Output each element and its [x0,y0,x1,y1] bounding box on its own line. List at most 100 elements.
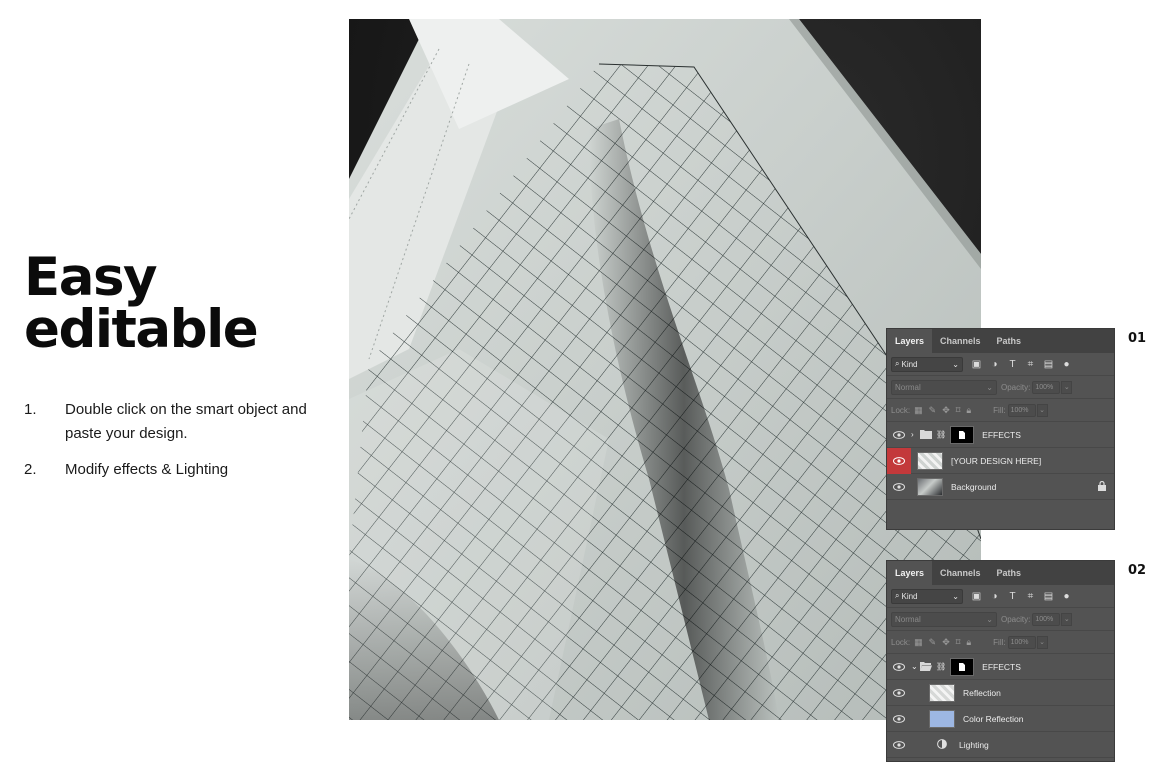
step-item: 1. Double click on the smart object and … [24,398,324,446]
layer-row-lighting[interactable]: Lighting [887,732,1114,758]
headline-line-1: Easy [24,247,158,308]
layer-name: [YOUR DESIGN HERE] [951,455,1042,466]
step-text: Double click on the smart object and pas… [65,401,307,442]
filter-kind-select[interactable]: ⌕ Kind ⌄ [891,588,963,604]
lock-all-icon[interactable]: 🔒︎ [966,405,971,416]
eye-icon[interactable] [887,474,911,500]
opacity-input[interactable]: 100% [1032,380,1061,394]
layer-row-effects[interactable]: ⌄ ⛓︎ EFFECTS [887,654,1114,680]
step-text: Modify effects & Lighting [65,461,229,478]
layer-name: Reflection [963,687,1001,698]
step-number: 2. [24,461,37,478]
lock-move-icon[interactable]: ✥ [942,405,950,416]
lock-icon [1098,480,1106,493]
lock-transparent-icon[interactable]: ▦ [914,637,923,648]
eye-icon[interactable] [887,654,911,680]
adjustment-layer-icon [937,738,947,751]
eye-icon[interactable] [887,706,911,732]
layer-thumbnail [917,477,943,496]
eye-icon[interactable] [887,422,911,448]
lock-artboard-icon[interactable]: ⌑ [956,637,961,648]
tab-paths[interactable]: Paths [989,561,1030,585]
lock-artboard-icon[interactable]: ⌑ [956,405,961,416]
chevron-down-icon: ⌄ [952,591,959,601]
layer-name: EFFECTS [982,429,1021,440]
layer-thumbnail [929,683,955,702]
fill-label: Fill: [993,405,1006,415]
layer-row-your-design[interactable]: [YOUR DESIGN HERE] [887,447,1114,474]
lock-all-icon[interactable]: 🔒︎ [966,637,971,648]
panel-tabs: Layers Channels Paths [887,561,1114,585]
link-icon: ⛓︎ [936,430,947,439]
blend-mode-select[interactable]: Normal ⌄ [891,611,997,627]
lock-transparent-icon[interactable]: ▦ [914,405,923,416]
pixel-filter-icon[interactable]: ▣ [971,591,982,602]
eye-icon[interactable] [887,732,911,758]
chevron-down-icon: ⌄ [986,614,993,624]
chevron-down-icon: ⌄ [986,382,993,392]
eye-icon[interactable] [887,447,911,474]
layers-panel-02: Layers Channels Paths ⌕ Kind ⌄ ▣ ◑ T ⌗ ▤… [886,560,1115,762]
chevron-down-icon[interactable]: ⌄ [1061,380,1073,394]
filter-kind-label: Kind [901,591,918,601]
step-item: 2. Modify effects & Lighting [24,458,324,482]
panel-number-02: 02 [1128,563,1147,578]
layer-row-effects[interactable]: › ⛓︎ EFFECTS [887,422,1114,448]
chevron-down-icon: ⌄ [952,359,959,369]
layers-panel-01: Layers Channels Paths ⌕ Kind ⌄ ▣ ◑ T ⌗ ▤… [886,328,1115,530]
smart-object-filter-icon[interactable]: ▤ [1043,591,1054,602]
tab-layers[interactable]: Layers [887,329,933,353]
blend-row: Normal ⌄ Opacity: 100% ⌄ [887,608,1114,631]
lock-brush-icon[interactable]: ✎ [929,637,937,648]
fill-input[interactable]: 100% [1007,635,1036,649]
opacity-input[interactable]: 100% [1032,612,1061,626]
adjustment-filter-icon[interactable]: ◑ [989,359,1000,370]
lock-row: Lock: ▦ ✎ ✥ ⌑ 🔒︎ Fill: 100% ⌄ [887,631,1114,654]
filter-kind-select[interactable]: ⌕ Kind ⌄ [891,356,963,372]
eye-icon[interactable] [887,680,911,706]
layer-row-reflection[interactable]: Reflection [887,680,1114,706]
folder-icon [920,429,932,441]
lock-move-icon[interactable]: ✥ [942,637,950,648]
filter-row: ⌕ Kind ⌄ ▣ ◑ T ⌗ ▤ ● [887,353,1114,376]
tab-channels[interactable]: Channels [932,561,989,585]
filter-toggle-icon[interactable]: ● [1061,359,1072,370]
search-icon: ⌕ [895,591,900,600]
filter-kind-label: Kind [901,359,918,369]
smart-object-filter-icon[interactable]: ▤ [1043,359,1054,370]
blend-mode-select[interactable]: Normal ⌄ [891,379,997,395]
type-filter-icon[interactable]: T [1007,359,1018,370]
opacity-label: Opacity: [1001,614,1031,624]
chevron-down-icon[interactable]: ⌄ [911,662,920,671]
chevron-down-icon[interactable]: ⌄ [1036,635,1048,649]
lock-label: Lock: [891,637,911,647]
tab-channels[interactable]: Channels [932,329,989,353]
filter-row: ⌕ Kind ⌄ ▣ ◑ T ⌗ ▤ ● [887,585,1114,608]
lock-brush-icon[interactable]: ✎ [929,405,937,416]
lock-label: Lock: [891,405,911,415]
headline-line-2: editable [24,299,259,360]
type-filter-icon[interactable]: T [1007,591,1018,602]
blend-mode-label: Normal [895,614,921,624]
fill-input[interactable]: 100% [1007,403,1036,417]
layer-name: EFFECTS [982,661,1021,672]
chevron-down-icon[interactable]: ⌄ [1036,403,1048,417]
layer-row-background[interactable]: Background [887,474,1114,500]
link-icon: ⛓︎ [936,662,947,671]
chevron-right-icon[interactable]: › [911,430,920,439]
layer-name: Lighting [959,739,989,750]
chevron-down-icon[interactable]: ⌄ [1061,612,1073,626]
tab-paths[interactable]: Paths [989,329,1030,353]
filter-toggle-icon[interactable]: ● [1061,591,1072,602]
pixel-filter-icon[interactable]: ▣ [971,359,982,370]
shape-filter-icon[interactable]: ⌗ [1025,359,1036,370]
layer-thumbnail [929,709,955,728]
adjustment-filter-icon[interactable]: ◑ [989,591,1000,602]
layer-mask-thumbnail [950,657,975,676]
layer-thumbnail [917,451,943,470]
tab-layers[interactable]: Layers [887,561,933,585]
shape-filter-icon[interactable]: ⌗ [1025,591,1036,602]
search-icon: ⌕ [895,359,900,368]
layer-row-color-reflection[interactable]: Color Reflection [887,706,1114,732]
layer-mask-thumbnail [950,425,975,444]
